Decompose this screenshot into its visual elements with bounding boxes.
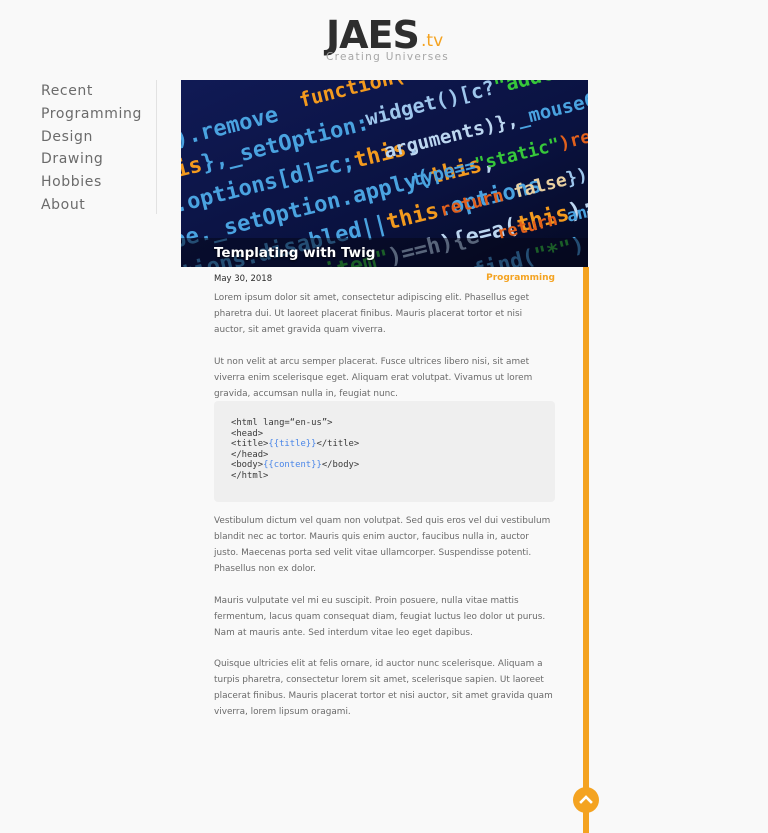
sidebar-item-design[interactable]: Design (41, 126, 142, 149)
code-tag: </title> (316, 439, 360, 450)
code-line: </head> (231, 449, 269, 460)
post-paragraph: Ut non velit at arcu semper placerat. Fu… (214, 357, 533, 399)
post-category-link[interactable]: Programming (486, 272, 555, 285)
post-paragraph: Mauris vulputate vel mi eu suscipit. Pro… (214, 596, 546, 638)
sidebar-item-about[interactable]: About (41, 194, 142, 217)
scroll-to-top-button[interactable] (573, 787, 599, 813)
site-logo[interactable]: JAES .tv Creating Universes (326, 14, 450, 66)
timeline-line (583, 267, 589, 833)
code-line: <head> (231, 428, 264, 439)
sidebar-item-hobbies[interactable]: Hobbies (41, 171, 142, 194)
post-title[interactable]: Templating with Twig (214, 244, 375, 262)
code-tag: </body> (321, 460, 360, 471)
post-article: May 30, 2018 Programming Lorem ipsum dol… (214, 267, 555, 717)
code-line: </html> (231, 470, 269, 481)
post-paragraph: Lorem ipsum dolor sit amet, consectetur … (214, 293, 530, 335)
sidebar-nav: Recent Programming Design Drawing Hobbie… (41, 80, 157, 214)
sidebar-item-programming[interactable]: Programming (41, 103, 142, 126)
code-snippet: <html lang=“en-us”> <head> <title>{{titl… (231, 418, 359, 482)
sidebar-item-recent[interactable]: Recent (41, 80, 142, 103)
post-meta: May 30, 2018 Programming (214, 267, 555, 291)
logo-tagline: Creating Universes (326, 51, 450, 63)
code-variable: {{content}} (263, 460, 322, 471)
logo-suffix: .tv (421, 31, 444, 51)
code-block: <html lang=“en-us”> <head> <title>{{titl… (214, 401, 555, 502)
page: JAES .tv Creating Universes Recent Progr… (0, 0, 768, 833)
post-paragraph: Vestibulum dictum vel quam non volutpat.… (214, 516, 551, 574)
post-paragraph: Quisque ultricies elit at felis ornare, … (214, 659, 553, 717)
post-date: May 30, 2018 (214, 274, 273, 284)
nav-list: Recent Programming Design Drawing Hobbie… (41, 80, 142, 217)
code-line: <html lang=“en-us”> (231, 418, 333, 428)
post-hero-image[interactable]: ed").remove function( his},_setOption: w… (181, 80, 588, 267)
code-variable: {{title}} (268, 439, 317, 450)
sidebar-item-drawing[interactable]: Drawing (41, 148, 142, 171)
code-tag: <body> (231, 460, 264, 471)
code-tag: <title> (231, 439, 269, 450)
chevron-up-icon (579, 795, 593, 804)
